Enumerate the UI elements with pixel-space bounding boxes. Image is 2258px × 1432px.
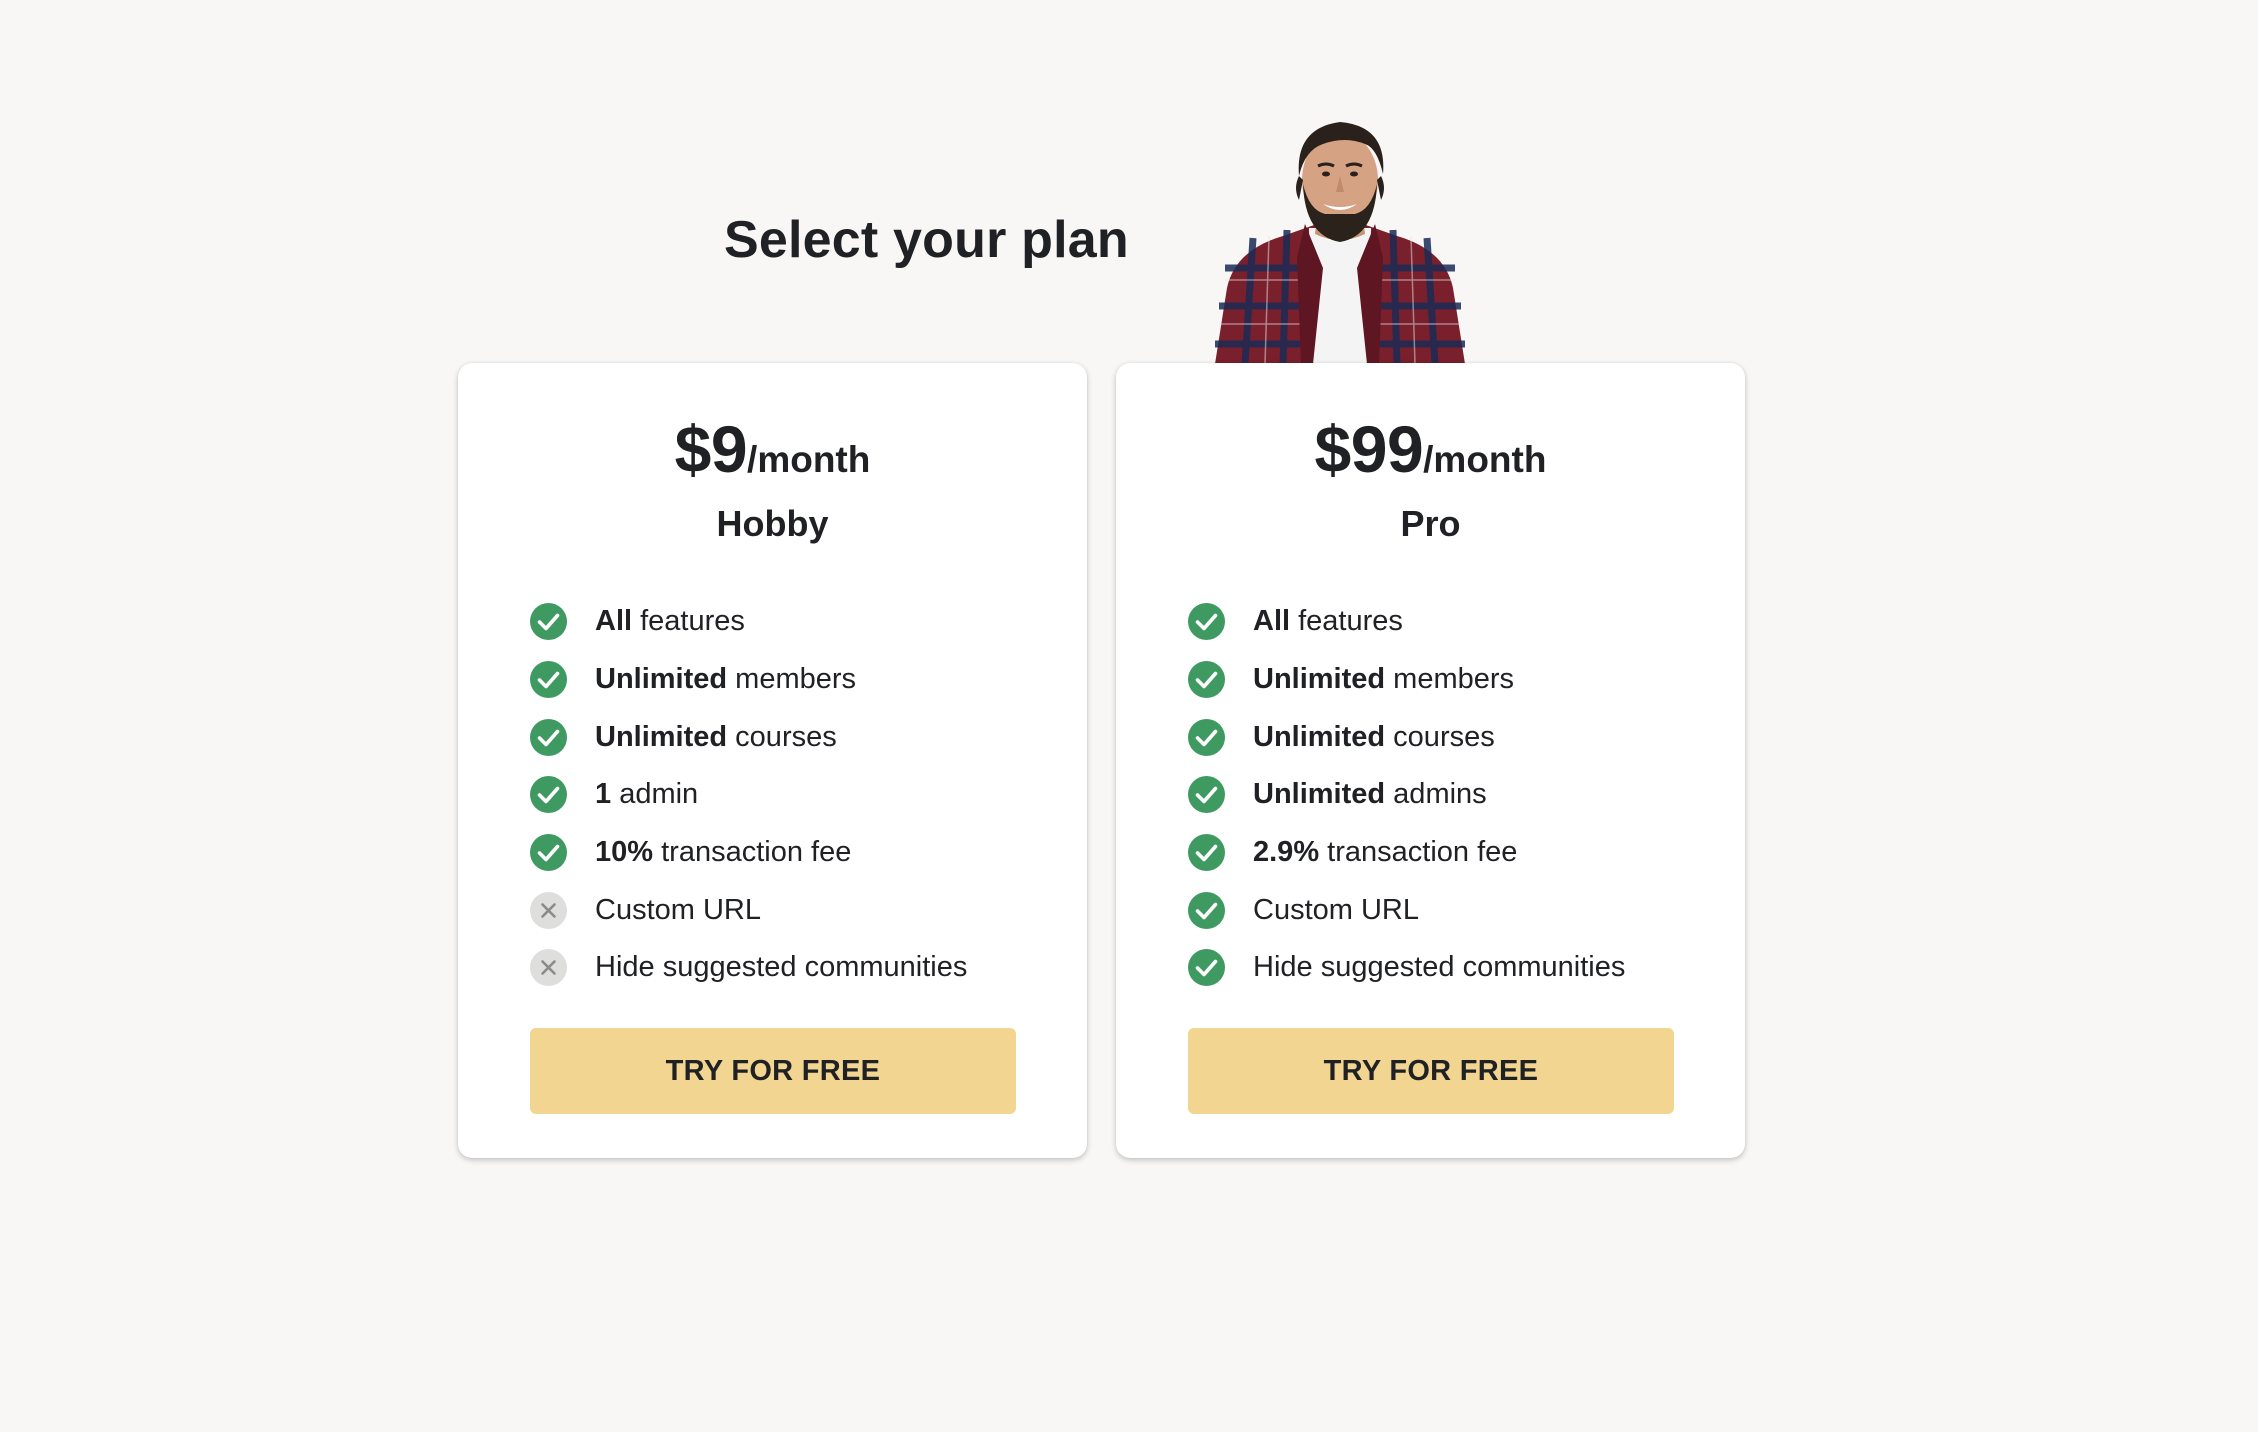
- feature-rest: admin: [611, 778, 699, 811]
- feature-text: Custom URL: [595, 894, 761, 927]
- feature-text: All features: [595, 605, 745, 638]
- check-circle-icon: [1188, 891, 1225, 929]
- feature-strong: Unlimited: [595, 663, 728, 696]
- page-title: Select your plan: [724, 211, 1129, 269]
- feature-strong: Unlimited: [1253, 778, 1386, 811]
- check-circle-icon: [1188, 834, 1225, 872]
- feature-rest: admins: [1385, 778, 1487, 811]
- feature-rest: features: [1290, 605, 1403, 638]
- check-circle-icon: [1188, 949, 1225, 987]
- check-circle-icon: [530, 776, 567, 814]
- check-circle-icon: [1188, 661, 1225, 699]
- feature-list: All features Unlimited members Unlimited…: [530, 593, 967, 997]
- feature-item: 2.9% transaction fee: [1188, 824, 1625, 882]
- check-circle-icon: [530, 661, 567, 699]
- plan-name: Pro: [1400, 503, 1461, 544]
- plan-price: $99/month: [1116, 411, 1745, 487]
- person-plaid-shirt-illustration-icon: [1205, 118, 1475, 365]
- feature-text: 2.9% transaction fee: [1253, 836, 1517, 869]
- price-amount: $99: [1314, 412, 1424, 486]
- feature-text: Unlimited admins: [1253, 778, 1487, 811]
- feature-rest: courses: [727, 720, 837, 753]
- plan-price: $9/month: [458, 411, 1087, 487]
- x-circle-icon: [530, 949, 567, 987]
- try-for-free-button[interactable]: TRY FOR FREE: [530, 1028, 1016, 1114]
- price-amount: $9: [674, 412, 748, 486]
- check-circle-icon: [530, 603, 567, 641]
- feature-strong: Unlimited: [1253, 663, 1386, 696]
- feature-item: Unlimited members: [1188, 651, 1625, 709]
- feature-rest: transaction fee: [1319, 836, 1518, 869]
- feature-text: 1 admin: [595, 778, 698, 811]
- feature-item: Unlimited members: [530, 651, 967, 709]
- check-circle-icon: [530, 718, 567, 756]
- feature-text: Unlimited courses: [1253, 721, 1495, 754]
- check-circle-icon: [1188, 603, 1225, 641]
- feature-rest: Hide suggested communities: [595, 951, 968, 984]
- feature-text: Unlimited courses: [595, 721, 837, 754]
- price-period: /month: [747, 439, 871, 480]
- check-circle-icon: [530, 834, 567, 872]
- feature-item: Hide suggested communities: [1188, 939, 1625, 997]
- feature-list: All features Unlimited members Unlimited…: [1188, 593, 1625, 997]
- feature-text: Hide suggested communities: [595, 951, 967, 984]
- feature-text: Hide suggested communities: [1253, 951, 1625, 984]
- x-circle-icon: [530, 891, 567, 929]
- feature-text: Custom URL: [1253, 894, 1419, 927]
- check-circle-icon: [1188, 776, 1225, 814]
- feature-item: Unlimited courses: [1188, 708, 1625, 766]
- feature-strong: 10%: [595, 836, 654, 869]
- try-for-free-button[interactable]: TRY FOR FREE: [1188, 1028, 1674, 1114]
- feature-strong: Unlimited: [1253, 720, 1386, 753]
- feature-text: All features: [1253, 605, 1403, 638]
- feature-item: Unlimited courses: [530, 708, 967, 766]
- feature-strong: 2.9%: [1253, 836, 1320, 869]
- plan-name: Hobby: [716, 503, 829, 544]
- feature-strong: Unlimited: [595, 720, 728, 753]
- feature-rest: transaction fee: [653, 836, 852, 869]
- feature-text: 10% transaction fee: [595, 836, 851, 869]
- feature-rest: Custom URL: [1253, 893, 1419, 926]
- feature-strong: All: [1253, 605, 1291, 638]
- check-circle-icon: [1188, 718, 1225, 756]
- feature-rest: Custom URL: [595, 893, 761, 926]
- feature-item: Custom URL: [530, 881, 967, 939]
- feature-strong: 1: [595, 778, 612, 811]
- feature-text: Unlimited members: [1253, 663, 1514, 696]
- feature-strong: All: [595, 605, 633, 638]
- feature-item: All features: [1188, 593, 1625, 651]
- feature-item: Custom URL: [1188, 881, 1625, 939]
- plan-card-pro: $99/month Pro All features Unlimited mem…: [1116, 363, 1745, 1158]
- plan-card-hobby: $9/month Hobby All features Unlimited me…: [458, 363, 1087, 1158]
- feature-item: Unlimited admins: [1188, 766, 1625, 824]
- price-period: /month: [1423, 439, 1547, 480]
- feature-text: Unlimited members: [595, 663, 856, 696]
- feature-item: All features: [530, 593, 967, 651]
- feature-item: Hide suggested communities: [530, 939, 967, 997]
- feature-rest: features: [632, 605, 745, 638]
- feature-rest: members: [727, 663, 857, 696]
- feature-item: 1 admin: [530, 766, 967, 824]
- feature-rest: courses: [1385, 720, 1495, 753]
- feature-rest: Hide suggested communities: [1253, 951, 1626, 984]
- feature-item: 10% transaction fee: [530, 824, 967, 882]
- feature-rest: members: [1385, 663, 1515, 696]
